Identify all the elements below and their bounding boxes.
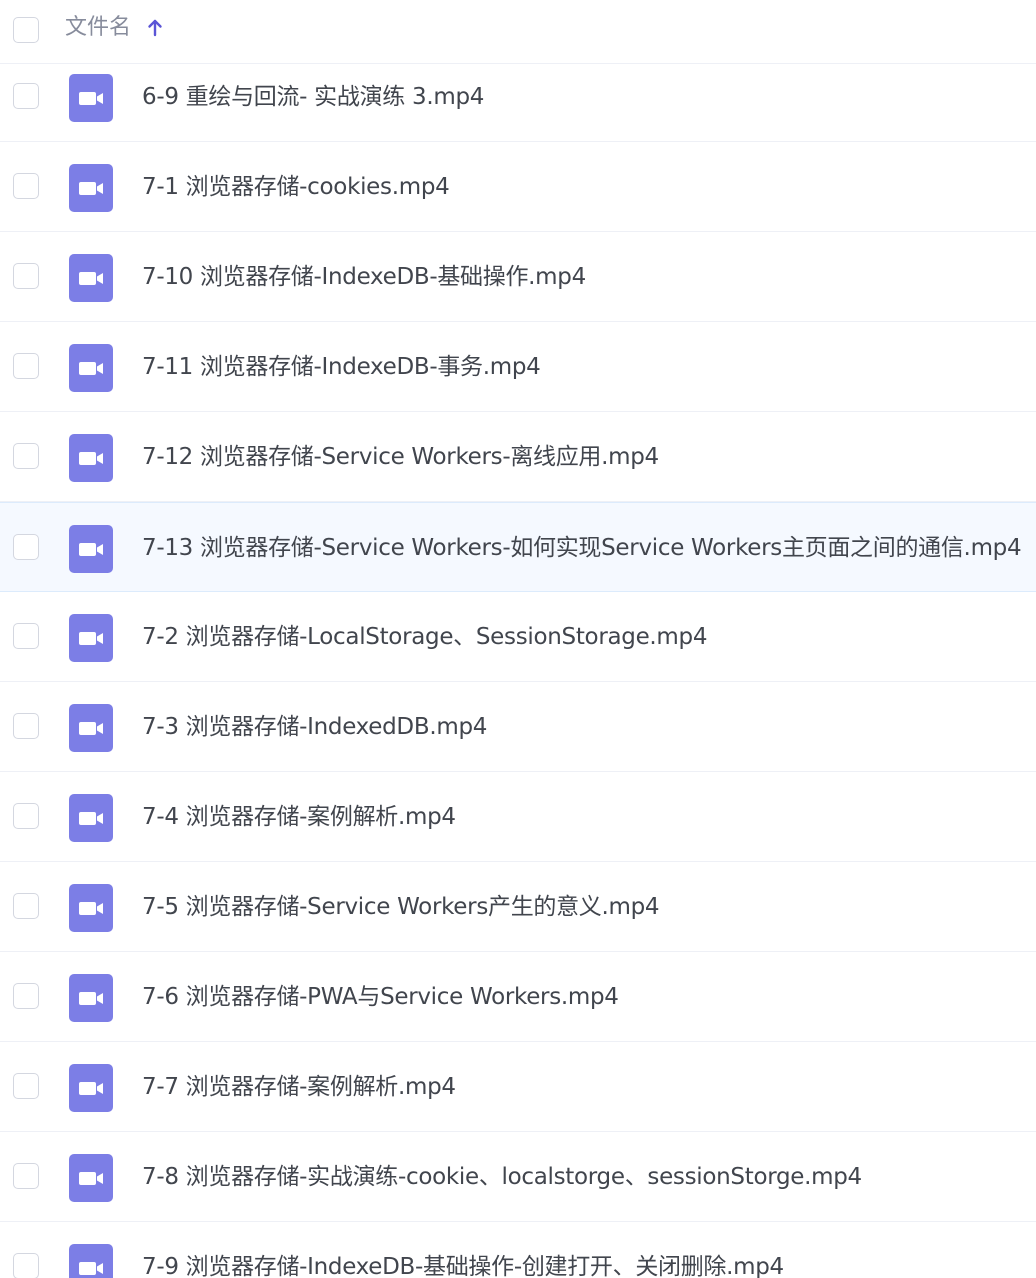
video-file-icon (69, 344, 113, 392)
file-row[interactable]: 7-3 浏览器存储-IndexedDB.mp4 (0, 682, 1036, 772)
file-name[interactable]: 6-9 重绘与回流- 实战演练 3.mp4 (142, 81, 484, 113)
list-header: 文件名 (0, 0, 1036, 64)
video-file-icon (69, 794, 113, 842)
video-file-icon (69, 1244, 113, 1278)
row-checkbox[interactable] (13, 803, 39, 829)
row-checkbox[interactable] (13, 983, 39, 1009)
video-file-icon (69, 1154, 113, 1202)
file-row[interactable]: 7-5 浏览器存储-Service Workers产生的意义.mp4 (0, 862, 1036, 952)
file-row[interactable]: 7-10 浏览器存储-IndexeDB-基础操作.mp4 (0, 232, 1036, 322)
row-checkbox[interactable] (13, 893, 39, 919)
row-checkbox[interactable] (13, 534, 39, 560)
video-file-icon (69, 434, 113, 482)
file-row[interactable]: 7-4 浏览器存储-案例解析.mp4 (0, 772, 1036, 862)
video-file-icon (69, 74, 113, 122)
file-name[interactable]: 7-6 浏览器存储-PWA与Service Workers.mp4 (142, 981, 619, 1013)
file-name[interactable]: 7-7 浏览器存储-案例解析.mp4 (142, 1071, 456, 1103)
row-checkbox[interactable] (13, 443, 39, 469)
select-all-checkbox[interactable] (13, 17, 39, 43)
row-checkbox[interactable] (13, 1163, 39, 1189)
row-checkbox[interactable] (13, 353, 39, 379)
row-checkbox[interactable] (13, 623, 39, 649)
row-checkbox[interactable] (13, 263, 39, 289)
file-row[interactable]: 7-12 浏览器存储-Service Workers-离线应用.mp4 (0, 412, 1036, 502)
file-name[interactable]: 7-4 浏览器存储-案例解析.mp4 (142, 801, 456, 833)
file-list: 6-9 重绘与回流- 实战演练 3.mp4 7-1 浏览器存储-cookies.m… (0, 0, 1036, 1278)
file-rows: 6-9 重绘与回流- 实战演练 3.mp4 7-1 浏览器存储-cookies.m… (0, 52, 1036, 1278)
arrow-up-icon[interactable] (146, 18, 164, 38)
file-name[interactable]: 7-5 浏览器存储-Service Workers产生的意义.mp4 (142, 891, 660, 923)
file-name[interactable]: 7-2 浏览器存储-LocalStorage、SessionStorage.mp… (142, 621, 707, 653)
file-name[interactable]: 7-1 浏览器存储-cookies.mp4 (142, 171, 450, 203)
file-name[interactable]: 7-8 浏览器存储-实战演练-cookie、localstorge、sessio… (142, 1161, 862, 1193)
file-name[interactable]: 7-10 浏览器存储-IndexeDB-基础操作.mp4 (142, 261, 586, 293)
video-file-icon (69, 614, 113, 662)
video-file-icon (69, 1064, 113, 1112)
row-checkbox[interactable] (13, 1253, 39, 1278)
file-name[interactable]: 7-12 浏览器存储-Service Workers-离线应用.mp4 (142, 441, 659, 473)
file-row[interactable]: 7-11 浏览器存储-IndexeDB-事务.mp4 (0, 322, 1036, 412)
file-row[interactable]: 6-9 重绘与回流- 实战演练 3.mp4 (0, 52, 1036, 142)
file-name[interactable]: 7-11 浏览器存储-IndexeDB-事务.mp4 (142, 351, 541, 383)
file-row[interactable]: 7-8 浏览器存储-实战演练-cookie、localstorge、sessio… (0, 1132, 1036, 1222)
row-checkbox[interactable] (13, 173, 39, 199)
file-row[interactable]: 7-1 浏览器存储-cookies.mp4 (0, 142, 1036, 232)
video-file-icon (69, 254, 113, 302)
file-name[interactable]: 7-9 浏览器存储-IndexeDB-基础操作-创建打开、关闭删除.mp4 (142, 1251, 784, 1278)
video-file-icon (69, 525, 113, 573)
file-row[interactable]: 7-7 浏览器存储-案例解析.mp4 (0, 1042, 1036, 1132)
file-row[interactable]: 7-9 浏览器存储-IndexeDB-基础操作-创建打开、关闭删除.mp4 (0, 1222, 1036, 1278)
row-checkbox[interactable] (13, 1073, 39, 1099)
column-header-filename[interactable]: 文件名 (65, 12, 131, 44)
file-row[interactable]: 7-2 浏览器存储-LocalStorage、SessionStorage.mp… (0, 592, 1036, 682)
file-name[interactable]: 7-3 浏览器存储-IndexedDB.mp4 (142, 711, 487, 743)
file-name[interactable]: 7-13 浏览器存储-Service Workers-如何实现Service W… (142, 532, 1022, 564)
video-file-icon (69, 884, 113, 932)
file-row[interactable]: 7-6 浏览器存储-PWA与Service Workers.mp4 (0, 952, 1036, 1042)
file-row[interactable]: 7-13 浏览器存储-Service Workers-如何实现Service W… (0, 502, 1036, 592)
video-file-icon (69, 704, 113, 752)
video-file-icon (69, 974, 113, 1022)
video-file-icon (69, 164, 113, 212)
row-checkbox[interactable] (13, 83, 39, 109)
row-checkbox[interactable] (13, 713, 39, 739)
